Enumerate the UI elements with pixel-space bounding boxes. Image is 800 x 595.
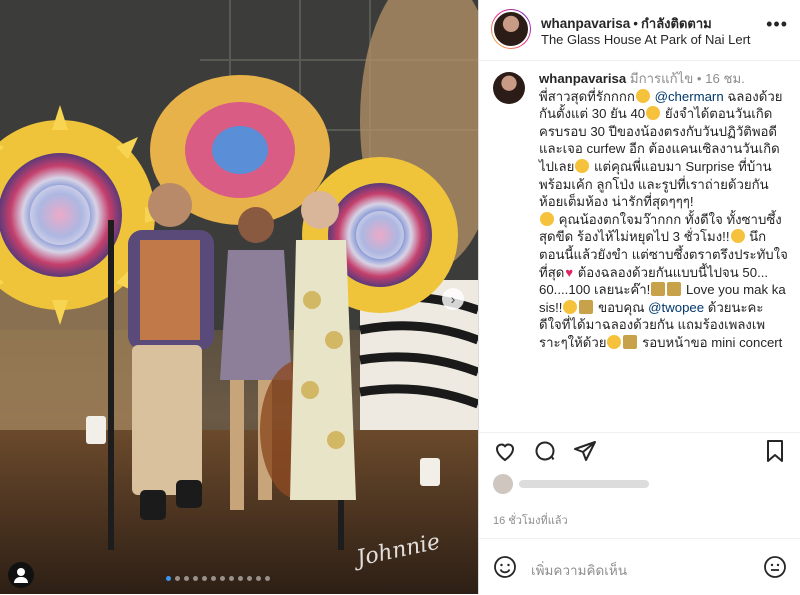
caption-line: รอบหน้าขอ mini concert (642, 334, 783, 350)
user-tag-button[interactable] (8, 562, 34, 588)
blurred-likes-text (519, 480, 649, 488)
header-username[interactable]: whanpavarisa (541, 16, 630, 31)
caption-username[interactable]: whanpavarisa (539, 71, 626, 86)
comment-input[interactable]: เพิ่มความคิดเห็น (531, 559, 627, 581)
separator-dot: • (633, 16, 639, 31)
carousel-dot (175, 576, 180, 581)
emoji-sticker-icon[interactable] (763, 555, 787, 579)
carousel-dot (220, 576, 225, 581)
caption-line: คุณน้องตกใจมว๊ากกก ทั้งดีใจ ทั้งซาบซึ้งส… (539, 211, 782, 245)
more-icon[interactable]: ••• (766, 14, 788, 35)
heart-eyes-emoji-icon (540, 211, 554, 226)
carousel-dot (229, 576, 234, 581)
carousel-dot (184, 576, 189, 581)
share-icon[interactable] (573, 439, 597, 463)
smiling-hearts-emoji-icon (563, 299, 578, 314)
comment-icon[interactable] (533, 439, 557, 463)
location-link[interactable]: The Glass House At Park of Nai Lert (541, 32, 751, 47)
pray-emoji-icon (623, 334, 638, 349)
carousel-dot (166, 576, 171, 581)
carousel-dot (256, 576, 261, 581)
carousel-dot (202, 576, 207, 581)
sad-emoji-icon (575, 158, 590, 173)
mention-link[interactable]: @chermarn (655, 89, 724, 104)
carousel-dots (166, 576, 270, 581)
party-emoji-icon (667, 282, 682, 297)
bookmark-icon[interactable] (763, 439, 787, 463)
photo-illustration (0, 0, 478, 594)
carousel-dot (247, 576, 252, 581)
carousel-dot (238, 576, 243, 581)
dancers-emoji-icon (651, 282, 666, 297)
carousel-dot (211, 576, 216, 581)
caption-line: ขอบคุณ (598, 299, 645, 315)
liker-avatar (493, 474, 513, 494)
post-header: whanpavarisa • กำลังติดตาม The Glass House… (479, 0, 800, 61)
following-button[interactable]: กำลังติดตาม (641, 16, 712, 31)
carousel-dot (265, 576, 270, 581)
edited-label: มีการแก้ไข (629, 71, 694, 86)
laughing-emoji-icon (646, 106, 661, 121)
smiley-icon[interactable] (493, 555, 517, 579)
caption-area: whanpavarisa มีการแก้ไข • 16 ชม. พี่สาวส… (479, 60, 800, 432)
rofl-emoji-icon (730, 229, 745, 244)
heart-eyes-emoji-icon (635, 88, 650, 103)
comment-bar: เพิ่มความคิดเห็น (479, 538, 800, 595)
mention-link[interactable]: @twopee (648, 300, 704, 315)
caption-text: whanpavarisa มีการแก้ไข • 16 ชม. พี่สาวส… (539, 70, 789, 352)
caption-time: • 16 ชม. (696, 71, 745, 86)
red-heart-icon: ♥ (565, 264, 574, 280)
post-side-panel: whanpavarisa • กำลังติดตาม The Glass House… (478, 0, 800, 594)
caption-avatar[interactable] (493, 72, 525, 104)
avatar[interactable] (491, 9, 531, 49)
post-photo[interactable]: › Johnnie (0, 0, 478, 594)
likes-summary[interactable] (493, 474, 649, 494)
carousel-dot (193, 576, 198, 581)
caption-line: พี่สาวสุดที่รักกกก (539, 88, 635, 104)
chevron-right-icon: › (450, 291, 456, 307)
instagram-post: › Johnnie whanpavarisa • กำลังติดตาม The G… (0, 0, 800, 594)
action-bar (479, 432, 800, 471)
post-time-ago: 16 ชั่วโมงที่แล้ว (493, 515, 568, 527)
sparkles-emoji-icon (579, 299, 594, 314)
next-photo-button[interactable]: › (442, 288, 464, 310)
grin-emoji-icon (607, 334, 622, 349)
user-tag-icon (14, 568, 28, 583)
heart-icon[interactable] (493, 439, 517, 463)
